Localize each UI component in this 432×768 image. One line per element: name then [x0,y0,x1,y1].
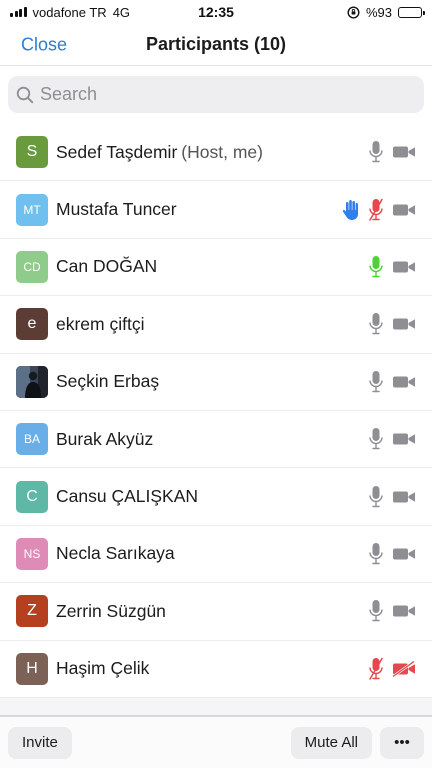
participant-status-icons [369,140,416,164]
mic-icon [369,599,383,623]
carrier-label: vodafone TR [32,4,107,20]
bottom-toolbar: Invite Mute All ••• [0,716,432,768]
avatar: C [16,480,48,513]
video-camera-icon [392,603,416,619]
participant-status-icons [369,657,416,681]
participant-row[interactable]: H Haşim Çelik [0,641,432,698]
participant-status-icons [369,312,416,336]
participant-name: Seçkin Erbaş [56,371,159,392]
mic-active-icon [369,255,383,279]
mic-icon [369,140,383,164]
video-camera-icon [392,144,416,160]
video-camera-icon [392,374,416,390]
participant-status-icons [369,485,416,509]
participant-status-icons [369,542,416,566]
avatar: H [16,652,48,685]
status-left: vodafone TR 4G [10,5,130,20]
signal-icon [10,7,27,17]
status-bar: vodafone TR 4G 12:35 %93 [0,0,432,24]
participant-status-icons [369,370,416,394]
participant-status-icons [342,198,416,222]
participant-role-label: (Host, me) [181,141,263,162]
nav-bar: Close Participants (10) [0,24,432,66]
mic-icon [369,370,383,394]
participant-name-text: Sedef Taşdemir [56,141,178,162]
list-footer-spacer [0,697,432,716]
participant-name-text: Necla Sarıkaya [56,543,175,564]
participant-name: Haşim Çelik [56,658,149,679]
participant-name-text: Can DOĞAN [56,256,158,277]
video-camera-icon [392,489,416,505]
avatar [16,365,48,398]
close-button[interactable]: Close [21,34,67,55]
participant-name: Sedef Taşdemir (Host, me) [56,142,263,163]
search-icon [16,86,34,104]
video-camera-icon [392,259,416,275]
battery-percent: %93 [365,4,392,20]
participant-row[interactable]: S Sedef Taşdemir (Host, me) [0,124,432,182]
mic-muted-icon [369,198,383,222]
participant-row[interactable]: BA Burak Akyüz [0,411,432,469]
search-container [0,66,432,121]
battery-icon [398,6,425,18]
mic-icon [369,312,383,336]
participant-name: Necla Sarıkaya [56,543,175,564]
participant-name-text: Zerrin Süzgün [56,600,166,621]
participant-row[interactable]: MT Mustafa Tuncer [0,181,432,239]
participant-name: ekrem çiftçi [56,314,144,335]
status-right: %93 [347,4,425,20]
participant-name: Zerrin Süzgün [56,601,166,622]
participant-row[interactable]: NS Necla Sarıkaya [0,526,432,584]
participant-row[interactable]: Z Zerrin Süzgün [0,583,432,641]
avatar: e [16,308,48,341]
invite-button[interactable]: Invite [8,726,72,759]
participant-name-text: Seçkin Erbaş [56,371,160,392]
participant-status-icons [369,255,416,279]
participant-name-text: Mustafa Tuncer [56,199,177,220]
search-bar[interactable] [8,76,424,113]
participant-row[interactable]: C Cansu ÇALIŞKAN [0,468,432,526]
mic-icon [369,542,383,566]
video-camera-icon [392,316,416,332]
participant-name: Cansu ÇALIŞKAN [56,486,198,507]
mute-all-button[interactable]: Mute All [290,726,372,759]
raised-hand-icon [342,199,360,221]
video-camera-icon [392,546,416,562]
page-title: Participants (10) [145,34,287,54]
video-camera-icon [392,431,416,447]
participant-row[interactable]: e ekrem çiftçi [0,296,432,354]
mic-icon [369,485,383,509]
network-label: 4G [112,4,131,20]
participant-status-icons [369,427,416,451]
avatar: Z [16,595,48,628]
participant-list: S Sedef Taşdemir (Host, me) MT Mustafa Tunce… [0,124,432,698]
participant-row[interactable]: Seçkin Erbaş [0,354,432,411]
participant-name-text: Burak Akyüz [56,428,154,449]
avatar: S [16,136,48,169]
status-time: 12:35 [198,4,234,20]
search-input[interactable] [40,84,416,105]
more-options-button[interactable]: ••• [380,726,424,759]
avatar: NS [16,537,48,570]
participant-name-text: Haşim Çelik [56,658,150,679]
participant-name: Burak Akyüz [56,429,153,450]
mic-muted-icon [369,657,383,681]
orientation-lock-icon [347,5,360,19]
avatar: BA [16,423,48,456]
video-camera-icon [392,202,416,218]
mic-icon [369,427,383,451]
avatar: MT [16,193,48,226]
participant-row[interactable]: CD Can DOĞAN [0,239,432,297]
participant-name-text: ekrem çiftçi [56,313,145,334]
participant-name-text: Cansu ÇALIŞKAN [56,486,199,507]
video-off-icon [392,660,416,677]
participant-name: Can DOĞAN [56,256,157,277]
participant-name: Mustafa Tuncer [56,199,177,220]
participant-status-icons [369,599,416,623]
avatar: CD [16,250,48,283]
